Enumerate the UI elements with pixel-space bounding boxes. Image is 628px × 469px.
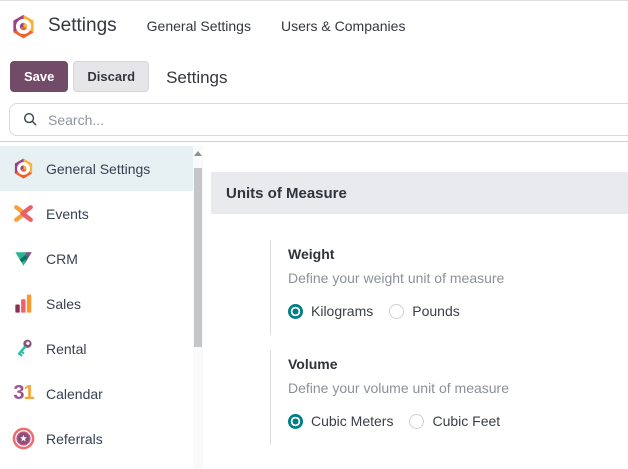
setting-block-volume: Volume Define your volume unit of measur…	[270, 350, 628, 445]
odoo-logo-icon	[12, 157, 35, 180]
sidebar-item-crm[interactable]: CRM	[0, 236, 193, 281]
settings-app-window: Settings General Settings Users & Compan…	[0, 0, 628, 469]
sidebar-item-label: Referrals	[46, 431, 103, 447]
search-input[interactable]: Search...	[9, 103, 628, 136]
control-panel: Save Discard Settings	[0, 51, 628, 93]
weight-radio-group: Kilograms Pounds	[288, 303, 628, 319]
breadcrumb: Settings	[166, 66, 227, 88]
referrals-icon	[12, 427, 35, 450]
radio-option-kilograms[interactable]: Kilograms	[288, 303, 373, 319]
sidebar-item-label: CRM	[46, 251, 78, 267]
calendar-digit-3: 3	[13, 382, 23, 405]
calendar-icon: 31	[12, 382, 35, 405]
odoo-logo-icon[interactable]	[10, 13, 37, 40]
events-icon	[12, 202, 35, 225]
crm-icon	[12, 247, 35, 270]
menu-users-companies[interactable]: Users & Companies	[281, 18, 406, 34]
app-title[interactable]: Settings	[48, 15, 117, 37]
settings-content: Units of Measure Weight Define your weig…	[204, 142, 628, 469]
menu-general-settings[interactable]: General Settings	[147, 18, 251, 34]
settings-sidebar: General Settings Events	[0, 142, 204, 469]
sidebar-item-label: Sales	[46, 296, 81, 312]
radio-label[interactable]: Cubic Feet	[432, 413, 500, 429]
volume-radio-group: Cubic Meters Cubic Feet	[288, 413, 628, 429]
radio-option-pounds[interactable]: Pounds	[389, 303, 459, 319]
setting-description: Define your weight unit of measure	[288, 270, 628, 286]
setting-description: Define your volume unit of measure	[288, 380, 628, 396]
setting-block-weight: Weight Define your weight unit of measur…	[270, 240, 628, 335]
sidebar-item-calendar[interactable]: 31 Calendar	[0, 371, 193, 416]
scroll-up-arrow-icon[interactable]	[194, 151, 202, 156]
radio-label[interactable]: Pounds	[412, 303, 459, 319]
section-header-units-of-measure: Units of Measure	[211, 172, 628, 214]
sidebar-item-events[interactable]: Events	[0, 191, 193, 236]
discard-button[interactable]: Discard	[73, 61, 149, 92]
sidebar-item-label: Calendar	[46, 386, 103, 402]
section-title: Units of Measure	[226, 185, 347, 202]
top-navbar: Settings General Settings Users & Compan…	[0, 1, 628, 51]
search-placeholder: Search...	[48, 112, 104, 128]
sidebar-item-sales[interactable]: Sales	[0, 281, 193, 326]
sidebar-item-referrals[interactable]: Referrals	[0, 416, 193, 461]
radio-label[interactable]: Cubic Meters	[311, 413, 393, 429]
search-icon	[22, 111, 39, 128]
settings-body: General Settings Events	[0, 142, 628, 469]
save-button[interactable]: Save	[10, 61, 68, 92]
radio-button-icon[interactable]	[409, 414, 424, 429]
sidebar-item-rental[interactable]: Rental	[0, 326, 193, 371]
sidebar-scrollbar[interactable]	[193, 146, 203, 469]
sidebar-item-label: Events	[46, 206, 89, 222]
settings-column: Weight Define your weight unit of measur…	[270, 240, 628, 445]
radio-button-icon[interactable]	[389, 304, 404, 319]
radio-option-cubic-meters[interactable]: Cubic Meters	[288, 413, 393, 429]
scrollbar-thumb[interactable]	[194, 168, 202, 347]
radio-option-cubic-feet[interactable]: Cubic Feet	[409, 413, 500, 429]
setting-title: Volume	[288, 356, 628, 372]
radio-button-icon[interactable]	[288, 304, 303, 319]
calendar-digit-1: 1	[24, 382, 34, 405]
sidebar-item-general-settings[interactable]: General Settings	[0, 146, 193, 191]
sidebar-item-label: Rental	[46, 341, 86, 357]
sales-icon	[12, 292, 35, 315]
sidebar-item-label: General Settings	[46, 161, 150, 177]
setting-title: Weight	[288, 246, 628, 262]
radio-button-icon[interactable]	[288, 414, 303, 429]
radio-label[interactable]: Kilograms	[311, 303, 373, 319]
search-panel: Search...	[0, 93, 628, 142]
rental-icon	[12, 337, 35, 360]
